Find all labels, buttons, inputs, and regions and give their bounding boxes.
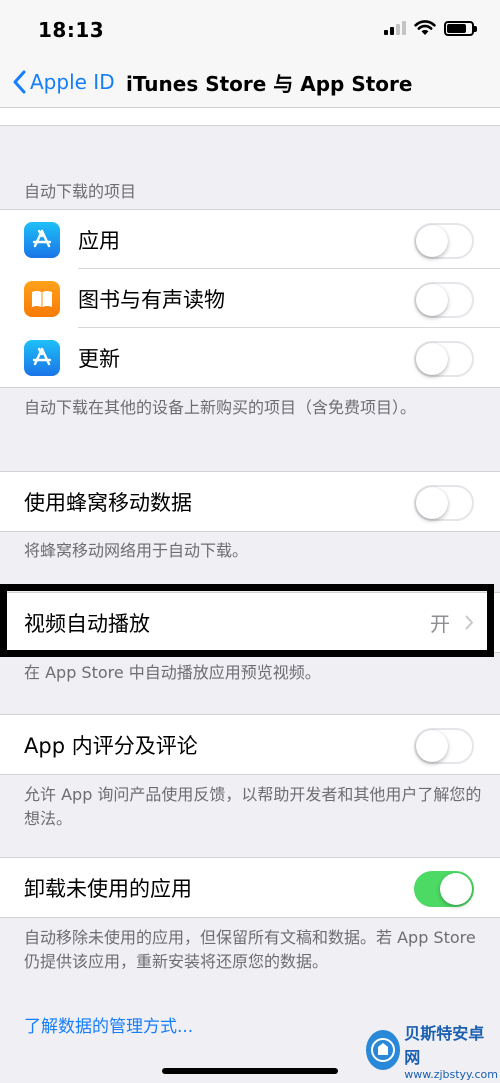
- chevron-left-icon: [13, 70, 26, 94]
- offload-footer: 自动移除未使用的应用，但保留所有文稿和数据。若 App Store 仍提供该应用…: [24, 928, 476, 971]
- list-item-updates: 更新: [0, 328, 500, 387]
- watermark-url: www.zjbstyy.com: [404, 1067, 498, 1081]
- offload-row: 卸载未使用的应用: [0, 858, 500, 917]
- offload-toggle[interactable]: [414, 871, 474, 907]
- ratings-label: App 内评分及评论: [24, 733, 198, 758]
- status-time: 18:13: [38, 18, 105, 42]
- offload-label: 卸载未使用的应用: [24, 876, 192, 901]
- books-toggle[interactable]: [414, 282, 474, 318]
- cellular-signal-icon: [384, 21, 406, 35]
- updates-toggle[interactable]: [414, 341, 474, 377]
- back-button[interactable]: Apple ID: [12, 66, 115, 98]
- learn-data-management-link[interactable]: 了解数据的管理方式...: [24, 1012, 193, 1037]
- auto-download-header: 自动下载的项目: [24, 182, 137, 201]
- status-bar: 18:13: [0, 0, 500, 58]
- ratings-toggle[interactable]: [414, 728, 474, 764]
- app-store-icon: [24, 340, 60, 376]
- chevron-right-icon: [465, 615, 473, 630]
- auto-download-footer: 自动下载在其他的设备上新购买的项目（含免费项目）。: [24, 398, 417, 417]
- cellular-footer: 将蜂窝移动网络用于自动下载。: [24, 541, 249, 560]
- books-icon: [24, 281, 60, 317]
- previous-section-bottom: [0, 108, 500, 126]
- cellular-row: 使用蜂窝移动数据: [0, 472, 500, 531]
- status-icons: [384, 20, 477, 36]
- auto-download-group: 应用 图书与有声读物 更新: [0, 209, 500, 388]
- video-autoplay-value: 开: [430, 612, 450, 636]
- cellular-group: 使用蜂窝移动数据: [0, 471, 500, 532]
- app-store-icon: [24, 222, 60, 258]
- wifi-icon: [414, 20, 436, 35]
- offload-group: 卸载未使用的应用: [0, 857, 500, 918]
- page-title: iTunes Store 与 App Store: [126, 72, 413, 96]
- cellular-toggle[interactable]: [414, 485, 474, 521]
- updates-label: 更新: [78, 346, 120, 371]
- watermark-logo-icon: [366, 1030, 401, 1070]
- video-autoplay-footer: 在 App Store 中自动播放应用预览视频。: [24, 663, 321, 682]
- back-button-label: Apple ID: [30, 70, 115, 94]
- cellular-label: 使用蜂窝移动数据: [24, 490, 192, 515]
- navigation-bar: Apple ID iTunes Store 与 App Store: [0, 58, 500, 108]
- watermark-name: 贝斯特安卓网: [404, 1023, 485, 1067]
- video-autoplay-group: 视频自动播放 开: [0, 592, 500, 653]
- ratings-footer: 允许 App 询问产品使用反馈，以帮助开发者和其他用户了解您的想法。: [24, 785, 482, 828]
- apps-toggle[interactable]: [414, 223, 474, 259]
- video-autoplay-row[interactable]: 视频自动播放 开: [0, 593, 500, 652]
- list-item-books: 图书与有声读物: [0, 269, 500, 328]
- battery-icon: [444, 20, 477, 36]
- ratings-row: App 内评分及评论: [0, 715, 500, 774]
- books-label: 图书与有声读物: [78, 287, 225, 312]
- video-autoplay-label: 视频自动播放: [24, 611, 150, 636]
- home-indicator[interactable]: [162, 1068, 338, 1074]
- ratings-group: App 内评分及评论: [0, 714, 500, 775]
- list-item-apps: 应用: [0, 210, 500, 269]
- apps-label: 应用: [78, 228, 120, 253]
- watermark: 贝斯特安卓网 www.zjbstyy.com: [366, 1019, 498, 1081]
